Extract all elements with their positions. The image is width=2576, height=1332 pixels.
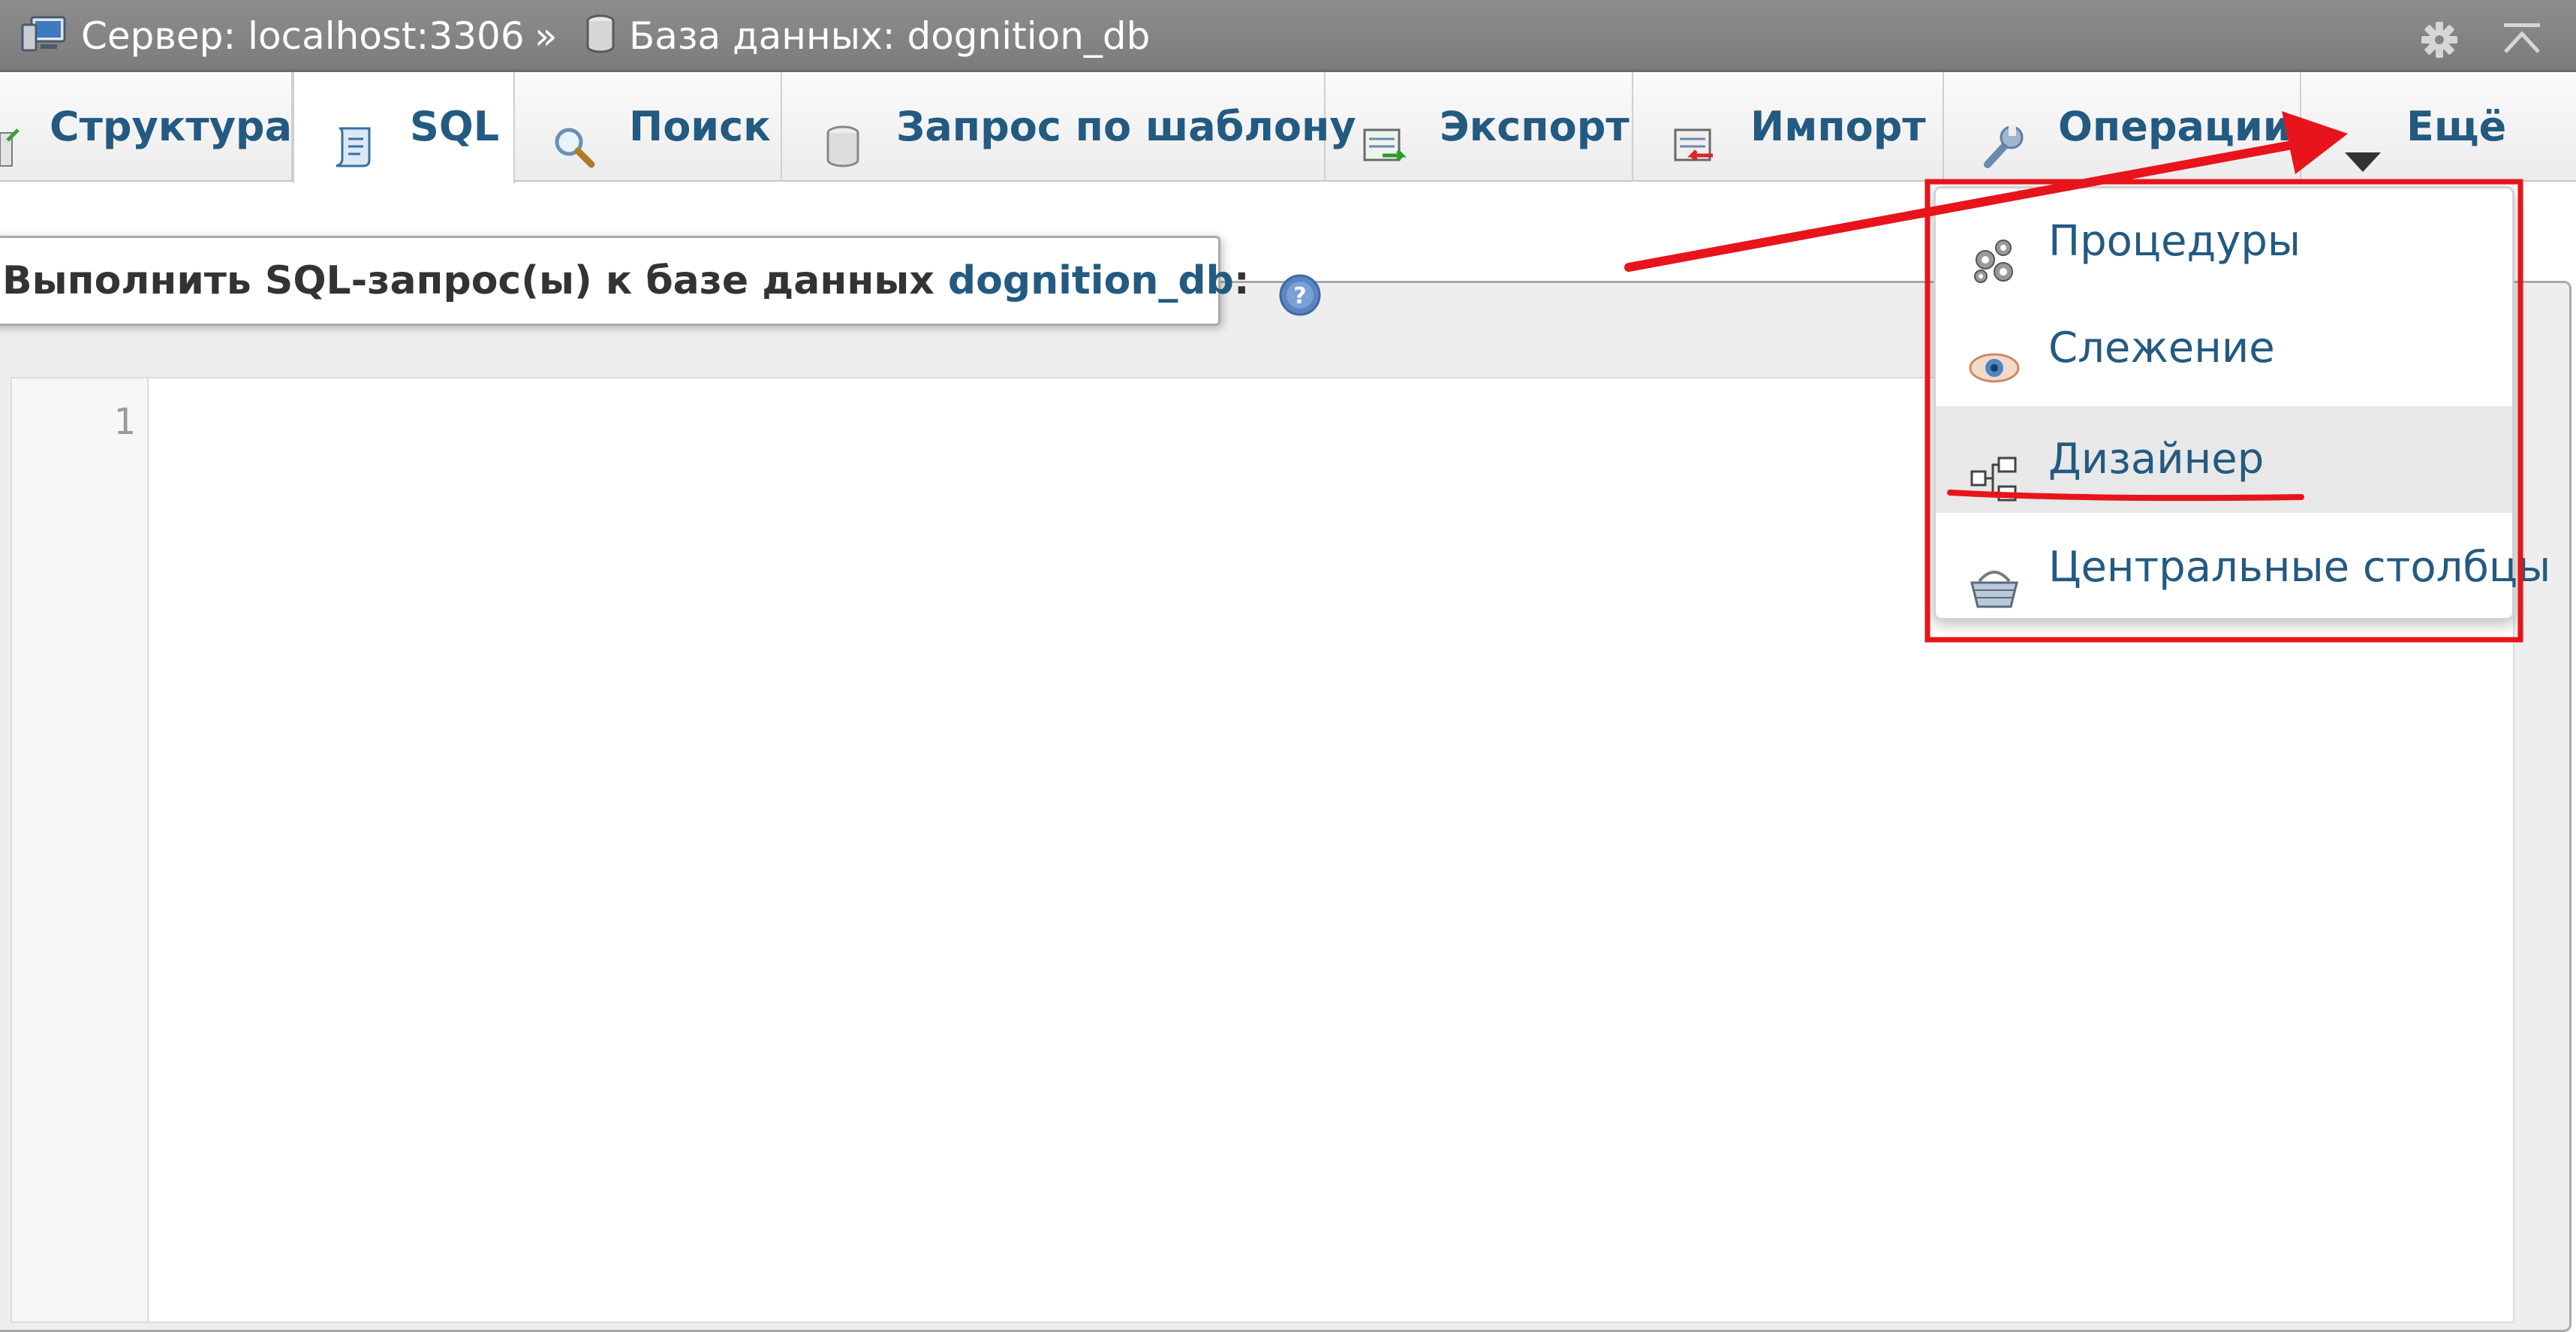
- database-tab-bar: Структура SQL Поиск Запрос по шаблону Эк…: [0, 72, 2576, 183]
- export-icon: [1360, 104, 1410, 161]
- legend-colon: :: [1233, 258, 1250, 303]
- menu-item-tracking[interactable]: Слежение: [1936, 295, 2512, 402]
- svg-text:?: ?: [1293, 283, 1306, 309]
- tab-operations[interactable]: Операции: [1944, 72, 2301, 182]
- designer-icon: [1969, 436, 2020, 502]
- eye-icon: [1969, 325, 2020, 383]
- line-number: 1: [113, 401, 135, 443]
- search-icon: [548, 104, 597, 168]
- tab-search[interactable]: Поиск: [515, 72, 782, 182]
- tab-sql[interactable]: SQL: [293, 72, 515, 183]
- database-icon: [585, 14, 615, 63]
- more-dropdown-menu: Процедуры Слежение Дизайнер Центральные …: [1934, 186, 2550, 621]
- routines-gears-icon: [1969, 218, 2020, 283]
- basket-icon: [1969, 544, 2020, 608]
- tab-export[interactable]: Экспорт: [1326, 72, 1633, 182]
- breadcrumb-separator: »: [534, 14, 558, 58]
- legend-text: Выполнить SQL-запрос(ы) к базе данных: [2, 258, 934, 303]
- triangle-down-icon: [2342, 110, 2391, 172]
- wrench-icon: [1977, 104, 2027, 168]
- line-number-gutter: 1: [12, 378, 149, 1321]
- import-icon: [1669, 104, 1719, 161]
- structure-icon: [0, 104, 42, 167]
- collapse-top-icon[interactable]: [2498, 19, 2546, 61]
- breadcrumb-server[interactable]: Сервер: localhost:3306: [21, 14, 525, 59]
- help-icon[interactable]: ?: [1278, 261, 1322, 316]
- legend-database-link[interactable]: dognition_db: [948, 258, 1234, 303]
- menu-item-central-columns[interactable]: Центральные столбцы: [1936, 514, 2550, 621]
- tab-more-dropdown[interactable]: Ещё: [2301, 72, 2576, 182]
- sql-scroll-icon: [329, 104, 378, 167]
- query-db-icon: [818, 104, 868, 167]
- top-breadcrumb-bar: Сервер: localhost:3306 » База данных: do…: [0, 0, 2576, 72]
- tab-structure[interactable]: Структура: [0, 72, 293, 182]
- server-icon: [21, 14, 68, 63]
- menu-item-designer[interactable]: Дизайнер: [1936, 406, 2512, 513]
- tab-query-by-template[interactable]: Запрос по шаблону: [782, 72, 1356, 182]
- breadcrumb-database[interactable]: База данных: dognition_db: [585, 14, 1150, 59]
- tab-import[interactable]: Импорт: [1633, 72, 1944, 182]
- sql-query-legend: Выполнить SQL-запрос(ы) к базе данных do…: [0, 236, 1321, 326]
- menu-item-routines[interactable]: Процедуры: [1936, 188, 2512, 295]
- settings-gear-icon[interactable]: [2415, 19, 2463, 61]
